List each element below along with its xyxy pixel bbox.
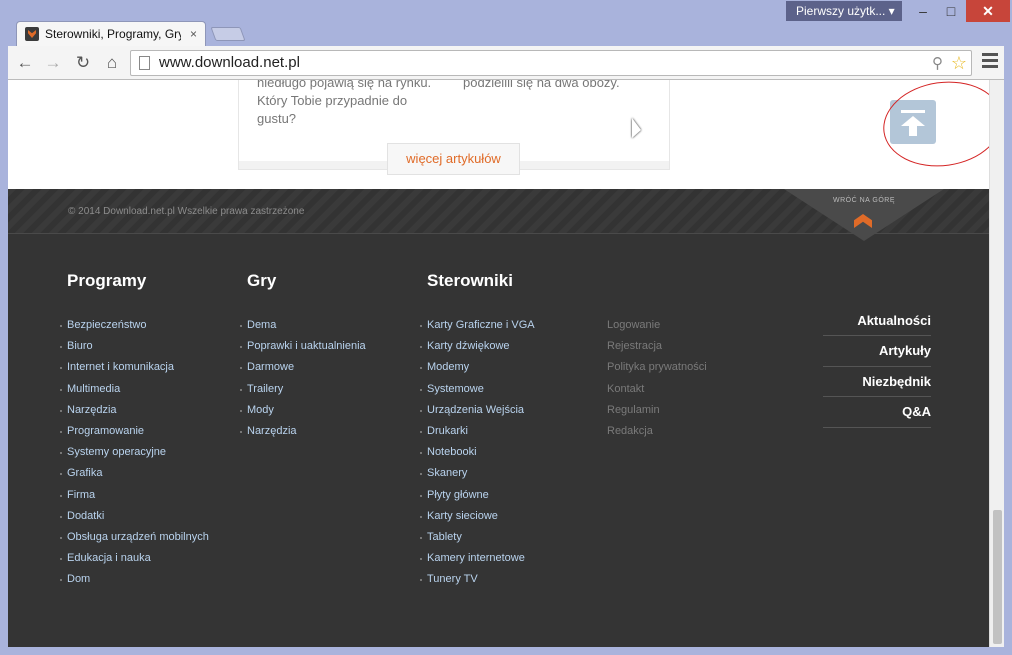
- article-snippet-left[interactable]: niedługo pojawią się na rynku. Który Tob…: [257, 80, 447, 128]
- close-window-button[interactable]: ✕: [966, 0, 1010, 22]
- column-title-programy[interactable]: Programy: [67, 271, 146, 291]
- footer-link[interactable]: Biuro: [60, 336, 209, 357]
- footer-link[interactable]: Bezpieczeństwo: [60, 315, 209, 336]
- new-tab-button[interactable]: [210, 27, 246, 41]
- footer-link[interactable]: Tunery TV: [420, 569, 535, 590]
- copyright-text: © 2014 Download.net.pl Wszelkie prawa za…: [68, 206, 305, 217]
- footer-link[interactable]: Systemy operacyjne: [60, 442, 209, 463]
- gry-links: Dema Poprawki i uaktualnienia Darmowe Tr…: [240, 315, 366, 442]
- footer-link-muted[interactable]: Redakcja: [607, 421, 707, 442]
- footer-link[interactable]: Dema: [240, 315, 366, 336]
- home-icon[interactable]: ⌂: [101, 53, 123, 73]
- footer-link[interactable]: Narzędzia: [240, 421, 366, 442]
- right-nav-artykuly[interactable]: Artykuły: [823, 336, 931, 367]
- footer-link[interactable]: Systemowe: [420, 379, 535, 400]
- url-text: www.download.net.pl: [159, 54, 300, 71]
- footer-link[interactable]: Dom: [60, 569, 209, 590]
- footer-link[interactable]: Drukarki: [420, 421, 535, 442]
- footer-link[interactable]: Grafika: [60, 463, 209, 484]
- footer-link[interactable]: Firma: [60, 485, 209, 506]
- footer-link[interactable]: Karty sieciowe: [420, 506, 535, 527]
- minimize-button[interactable]: –: [910, 0, 936, 22]
- site-footer: © 2014 Download.net.pl Wszelkie prawa za…: [8, 189, 989, 647]
- zoom-icon[interactable]: ⚲: [932, 52, 943, 76]
- misc-links: Logowanie Rejestracja Polityka prywatnoś…: [607, 315, 707, 442]
- vertical-scrollbar[interactable]: [989, 80, 1004, 647]
- back-to-top-button[interactable]: WRÓĆ NA GÓRĘ: [784, 189, 944, 241]
- right-nav-aktualnosci[interactable]: Aktualności: [823, 306, 931, 337]
- footer-link-muted[interactable]: Regulamin: [607, 400, 707, 421]
- footer-link[interactable]: Kamery internetowe: [420, 548, 535, 569]
- footer-link[interactable]: Mody: [240, 400, 366, 421]
- scrollbar-thumb[interactable]: [993, 510, 1002, 644]
- footer-link[interactable]: Narzędzia: [60, 400, 209, 421]
- reload-icon[interactable]: ↻: [72, 53, 94, 73]
- footer-link[interactable]: Obsługa urządzeń mobilnych: [60, 527, 209, 548]
- footer-link[interactable]: Notebooki: [420, 442, 535, 463]
- footer-link[interactable]: Trailery: [240, 379, 366, 400]
- page-icon: [139, 56, 150, 70]
- footer-link[interactable]: Poprawki i uaktualnienia: [240, 336, 366, 357]
- column-title-sterowniki[interactable]: Sterowniki: [427, 271, 513, 291]
- browser-toolbar: ← → ↻ ⌂ www.download.net.pl ⚲ ☆: [8, 46, 1004, 80]
- back-to-top-label: WRÓĆ NA GÓRĘ: [832, 197, 895, 204]
- footer-link[interactable]: Tablety: [420, 527, 535, 548]
- browser-window: Pierwszy użytk... ▾ – □ ✕ Sterowniki, Pr…: [0, 0, 1012, 655]
- footer-link[interactable]: Karty Graficzne i VGA: [420, 315, 535, 336]
- footer-link-muted[interactable]: Polityka prywatności: [607, 357, 707, 378]
- footer-link-muted[interactable]: Kontakt: [607, 379, 707, 400]
- programy-links: Bezpieczeństwo Biuro Internet i komunika…: [60, 315, 209, 591]
- window-bottom-border: [0, 647, 1012, 655]
- right-nav-niezbednik[interactable]: Niezbędnik: [823, 367, 931, 398]
- footer-link[interactable]: Multimedia: [60, 379, 209, 400]
- profile-button[interactable]: Pierwszy użytk... ▾: [786, 1, 902, 21]
- tab-title: Sterowniki, Programy, Gry: [45, 27, 181, 41]
- mouse-cursor-icon: [632, 118, 641, 138]
- footer-link[interactable]: Karty dźwiękowe: [420, 336, 535, 357]
- footer-link[interactable]: Programowanie: [60, 421, 209, 442]
- star-icon[interactable]: ☆: [951, 51, 967, 75]
- site-favicon-icon: [25, 27, 39, 41]
- tab-close-icon[interactable]: ×: [190, 22, 197, 46]
- footer-link[interactable]: Urządzenia Wejścia: [420, 400, 535, 421]
- footer-link-muted[interactable]: Logowanie: [607, 315, 707, 336]
- maximize-button[interactable]: □: [938, 0, 964, 22]
- hamburger-menu-icon[interactable]: [982, 53, 998, 71]
- column-title-gry[interactable]: Gry: [247, 271, 276, 291]
- footer-link[interactable]: Płyty główne: [420, 485, 535, 506]
- article-snippet-right[interactable]: podzielili się na dwa obozy.: [463, 80, 653, 92]
- footer-link[interactable]: Modemy: [420, 357, 535, 378]
- more-articles-button[interactable]: więcej artykułów: [387, 143, 520, 175]
- footer-link-muted[interactable]: Rejestracja: [607, 336, 707, 357]
- footer-link[interactable]: Internet i komunikacja: [60, 357, 209, 378]
- sterowniki-links: Karty Graficzne i VGA Karty dźwiękowe Mo…: [420, 315, 535, 591]
- footer-link[interactable]: Dodatki: [60, 506, 209, 527]
- footer-right-nav: Aktualności Artykuły Niezbędnik Q&A: [823, 306, 931, 428]
- address-bar[interactable]: www.download.net.pl ⚲ ☆: [130, 50, 972, 76]
- annotation-circle: [877, 80, 989, 174]
- right-nav-qa[interactable]: Q&A: [823, 397, 931, 428]
- footer-link[interactable]: Skanery: [420, 463, 535, 484]
- page-viewport: niedługo pojawią się na rynku. Który Tob…: [8, 80, 989, 647]
- forward-arrow-icon[interactable]: →: [42, 53, 64, 73]
- back-arrow-icon[interactable]: ←: [14, 53, 36, 73]
- footer-link[interactable]: Edukacja i nauka: [60, 548, 209, 569]
- tab-active[interactable]: Sterowniki, Programy, Gry ×: [16, 21, 206, 47]
- footer-link[interactable]: Darmowe: [240, 357, 366, 378]
